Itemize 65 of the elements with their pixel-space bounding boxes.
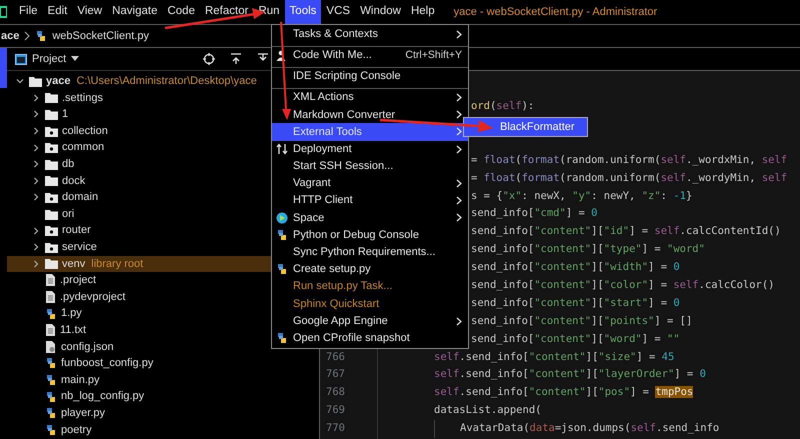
code-line: send_info["cmd"] = 0 bbox=[471, 206, 598, 222]
tree-item-label: .settings bbox=[62, 90, 103, 106]
menu-entry-label: Tasks & Contexts bbox=[293, 27, 378, 42]
tree-item-label: poetry bbox=[61, 422, 92, 438]
line-number: 768 bbox=[326, 385, 345, 400]
menu-entry-label: HTTP Client bbox=[293, 193, 353, 208]
line-number: 769 bbox=[326, 403, 345, 418]
tree-item-label: 11.txt bbox=[60, 322, 86, 338]
tree-item-label: .project bbox=[60, 273, 96, 288]
tree-item-label: dock bbox=[62, 174, 86, 189]
code-line: self.send_info["content"]["size"] = 45 bbox=[434, 350, 674, 365]
code-line: s = {"x": newX, "y": newY, "z": -1} bbox=[471, 188, 692, 204]
menu-entry-label: Deployment bbox=[293, 142, 352, 157]
code-line: send_info["content"]["type"] = "word" bbox=[471, 242, 705, 258]
code-line: self.send_info["content"]["pos"] = tmpPos bbox=[434, 385, 694, 400]
tree-item-label: domain bbox=[62, 190, 98, 206]
tree-item-label: ori bbox=[62, 206, 74, 222]
line-number: 767 bbox=[326, 367, 345, 382]
code-line: datasList.append( bbox=[434, 403, 542, 418]
tree-item-label: router bbox=[62, 223, 91, 238]
menu-entry-label: XML Actions bbox=[293, 90, 354, 106]
code-line: send_info["content"]["start"] = 0 bbox=[471, 296, 680, 311]
code-line: AvatarData(data=json.dumps(self.send_info bbox=[460, 421, 720, 436]
library-note: library root bbox=[91, 256, 144, 272]
tree-item-label: .pydevproject bbox=[60, 290, 126, 305]
tree-item-label: yace bbox=[46, 74, 70, 90]
code-line: = float(format(random.uniform(self._wordyMin, self bbox=[471, 170, 788, 186]
code-line: ord(self): bbox=[471, 99, 534, 114]
menu-entry-label: Google App Engine bbox=[293, 314, 388, 329]
code-line: send_info["content"]["word"] = "" bbox=[471, 332, 680, 347]
menu-entry-label: Run setup.py Task... bbox=[293, 279, 392, 294]
tree-item-label: 1.py bbox=[61, 306, 82, 322]
menu-entry-label: Start SSH Session... bbox=[293, 159, 394, 174]
code-line: = float(format(random.uniform(self._wordxMin, self bbox=[471, 152, 788, 168]
panel-title: Project bbox=[32, 52, 66, 67]
code-line: self.send_info["content"]["layerOrder"] = 0 bbox=[434, 367, 706, 382]
line-number: 770 bbox=[326, 421, 345, 436]
line-number: 766 bbox=[326, 350, 345, 365]
menu-entry-label: Open CProfile snapshot bbox=[293, 330, 410, 346]
menu-entry-label: Code With Me... bbox=[293, 48, 372, 64]
tree-item-label: db bbox=[62, 157, 74, 172]
tree-item-label: player.py bbox=[61, 406, 106, 421]
tree-item-label: config.json bbox=[61, 340, 114, 355]
menu-entry-label: Vagrant bbox=[293, 176, 331, 192]
tree-item-label: collection bbox=[62, 124, 108, 139]
menu-entry-label: Space bbox=[293, 210, 324, 226]
tree-item-label: funboost_config.py bbox=[61, 356, 154, 372]
code-line: send_info["content"]["color"] = self.calcColor() bbox=[471, 278, 774, 293]
menu-entry-label: IDE Scripting Console bbox=[293, 69, 401, 84]
window-title: yace - webSocketClient.py - Administrator bbox=[454, 4, 658, 20]
tree-item-label: 1 bbox=[62, 107, 68, 122]
menu-entry-label: External Tools bbox=[293, 124, 362, 140]
code-line: send_info["content"]["width"] = 0 bbox=[471, 260, 680, 276]
menu-entry-label: Sphinx Quickstart bbox=[293, 296, 380, 312]
code-line: send_info["content"]["points"] = [] bbox=[471, 314, 692, 329]
shortcut-label: Ctrl+Shift+Y bbox=[405, 48, 462, 63]
tree-item-label: main.py bbox=[61, 372, 100, 388]
code-line: send_info["content"]["id"] = self.calcContentId() bbox=[471, 224, 781, 240]
menu-entry-label: Python or Debug Console bbox=[293, 228, 419, 243]
menu-entry-label: Markdown Converter bbox=[293, 108, 396, 123]
tree-item-label: venv bbox=[62, 256, 86, 272]
path-label: C:\Users\Administrator\Desktop\yace bbox=[76, 74, 257, 90]
tree-item-label: common bbox=[62, 140, 104, 156]
tree-item-label: service bbox=[62, 240, 97, 255]
tree-item-label: nb_log_config.py bbox=[61, 389, 144, 404]
